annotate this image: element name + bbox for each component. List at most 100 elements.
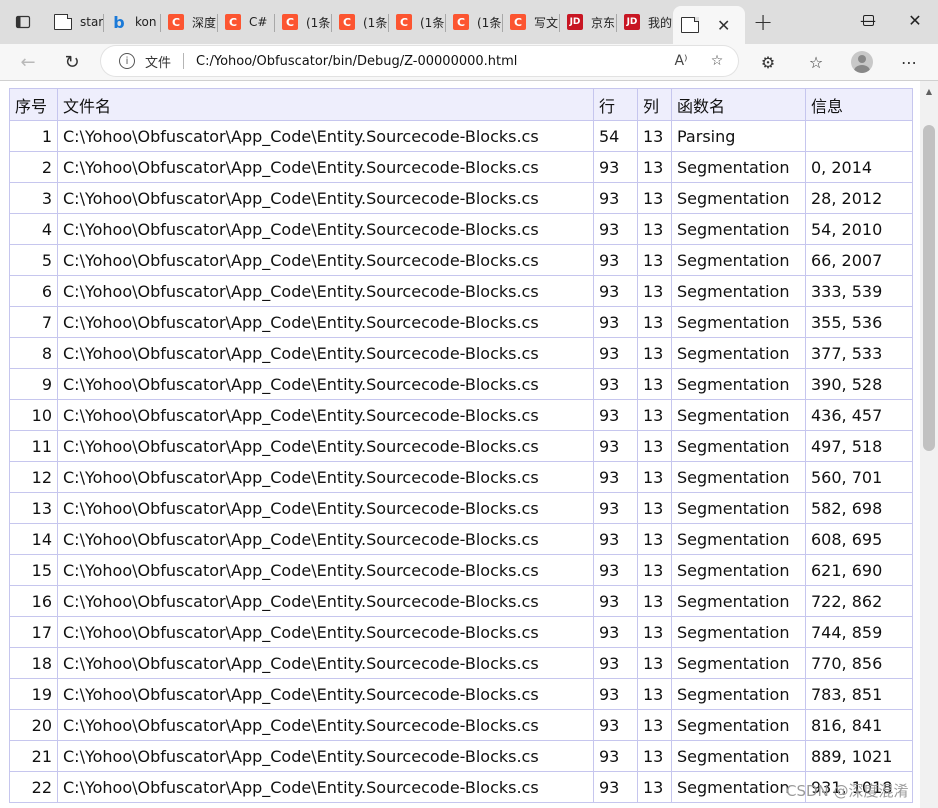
cell-function: Segmentation	[671, 399, 806, 431]
cell-index: 13	[9, 492, 58, 524]
new-tab-button[interactable]: +	[745, 0, 781, 44]
cell-filename: C:\Yohoo\Obfuscator\App_Code\Entity.Sour…	[57, 492, 594, 524]
browser-toolbar: ← ↻ i 文件 C:/Yohoo/Obfuscator/bin/Debug/Z…	[0, 44, 938, 80]
cell-function: Segmentation	[671, 616, 806, 648]
profile-button[interactable]	[847, 48, 877, 76]
cell-function: Segmentation	[671, 306, 806, 338]
cell-function: Segmentation	[671, 585, 806, 617]
extensions-button[interactable]: ⚙	[753, 48, 783, 76]
scroll-up-icon[interactable]: ▲	[920, 83, 938, 99]
tab-8[interactable]: C 写文	[502, 0, 559, 44]
cell-filename: C:\Yohoo\Obfuscator\App_Code\Entity.Sour…	[57, 368, 594, 400]
cell-info: 744, 859	[805, 616, 913, 648]
vertical-scrollbar[interactable]: ▲	[920, 81, 938, 808]
bing-icon: b	[113, 12, 125, 32]
maximize-button[interactable]	[845, 0, 891, 40]
scrollbar-thumb[interactable]	[923, 125, 935, 451]
table-row: 7 C:\Yohoo\Obfuscator\App_Code\Entity.Sou…	[9, 306, 913, 338]
tab-5[interactable]: C (1条	[331, 0, 388, 44]
table-row: 15 C:\Yohoo\Obfuscator\App_Code\Entity.So…	[9, 554, 913, 586]
watermark: CSDN @深度混淆	[786, 782, 909, 800]
cell-function: Segmentation	[671, 275, 806, 307]
table-row: 16 C:\Yohoo\Obfuscator\App_Code\Entity.So…	[9, 585, 913, 617]
cell-line: 93	[593, 368, 638, 400]
read-aloud-button[interactable]: A⁾	[667, 46, 695, 76]
cell-info: 770, 856	[805, 647, 913, 679]
page-content: 序号 文件名 行 列 函数名 信息 1 C:\Yohoo\Obfuscator\A…	[0, 81, 920, 808]
cell-info: 333, 539	[805, 275, 913, 307]
cell-column: 13	[637, 647, 672, 679]
cell-column: 13	[637, 399, 672, 431]
cell-function: Segmentation	[671, 244, 806, 276]
cell-index: 11	[9, 430, 58, 462]
table-row: 8 C:\Yohoo\Obfuscator\App_Code\Entity.Sou…	[9, 337, 913, 369]
header-info: 信息	[805, 88, 913, 121]
address-bar[interactable]: i 文件 C:/Yohoo/Obfuscator/bin/Debug/Z-000…	[101, 46, 738, 76]
csdn-icon: C	[225, 14, 241, 30]
cell-line: 93	[593, 647, 638, 679]
tab-actions-button[interactable]	[0, 0, 46, 44]
cell-column: 13	[637, 585, 672, 617]
cell-function: Segmentation	[671, 647, 806, 679]
cell-info: 722, 862	[805, 585, 913, 617]
table-row: 11 C:\Yohoo\Obfuscator\App_Code\Entity.So…	[9, 430, 913, 462]
cell-filename: C:\Yohoo\Obfuscator\App_Code\Entity.Sour…	[57, 120, 594, 152]
cell-column: 13	[637, 740, 672, 772]
cell-filename: C:\Yohoo\Obfuscator\App_Code\Entity.Sour…	[57, 275, 594, 307]
cell-line: 93	[593, 151, 638, 183]
cell-filename: C:\Yohoo\Obfuscator\App_Code\Entity.Sour…	[57, 244, 594, 276]
tab-active[interactable]: ✕	[673, 6, 745, 44]
results-table: 序号 文件名 行 列 函数名 信息 1 C:\Yohoo\Obfuscator\A…	[9, 88, 913, 803]
cell-index: 22	[9, 771, 58, 803]
tab-1[interactable]: b kon	[103, 0, 160, 44]
cell-filename: C:\Yohoo\Obfuscator\App_Code\Entity.Sour…	[57, 771, 594, 803]
tab-4[interactable]: C (1条	[274, 0, 331, 44]
cell-info: 889, 1021	[805, 740, 913, 772]
cell-function: Segmentation	[671, 430, 806, 462]
table-row: 2 C:\Yohoo\Obfuscator\App_Code\Entity.Sou…	[9, 151, 913, 183]
avatar	[851, 51, 873, 73]
tab-10[interactable]: JD 我的	[616, 0, 673, 44]
tab-0[interactable]: star	[46, 0, 103, 44]
more-icon: ⋯	[901, 52, 917, 72]
csdn-icon: C	[453, 14, 469, 30]
cell-filename: C:\Yohoo\Obfuscator\App_Code\Entity.Sour…	[57, 616, 594, 648]
tab-9[interactable]: JD 京东	[559, 0, 616, 44]
cell-line: 93	[593, 213, 638, 245]
cell-index: 19	[9, 678, 58, 710]
tab-2[interactable]: C 深度	[160, 0, 217, 44]
cell-filename: C:\Yohoo\Obfuscator\App_Code\Entity.Sour…	[57, 709, 594, 741]
cell-line: 93	[593, 244, 638, 276]
tab-7[interactable]: C (1条	[445, 0, 502, 44]
cell-column: 13	[637, 554, 672, 586]
cell-index: 15	[9, 554, 58, 586]
url-text[interactable]: C:/Yohoo/Obfuscator/bin/Debug/Z-00000000…	[196, 54, 517, 69]
favorites-button[interactable]: ☆	[801, 48, 831, 76]
add-favorite-button[interactable]: ☆	[703, 46, 731, 76]
cell-index: 9	[9, 368, 58, 400]
cell-line: 93	[593, 678, 638, 710]
refresh-button[interactable]: ↻	[58, 48, 86, 76]
info-icon[interactable]: i	[119, 53, 135, 69]
cell-function: Parsing	[671, 120, 806, 152]
cell-index: 17	[9, 616, 58, 648]
tab-3[interactable]: C C#	[217, 0, 274, 44]
read-aloud-icon: A⁾	[674, 53, 688, 69]
cell-filename: C:\Yohoo\Obfuscator\App_Code\Entity.Sour…	[57, 678, 594, 710]
back-button[interactable]: ←	[14, 48, 42, 76]
table-row: 10 C:\Yohoo\Obfuscator\App_Code\Entity.So…	[9, 399, 913, 431]
cell-line: 93	[593, 182, 638, 214]
tab-label: (1条	[306, 15, 331, 30]
cell-index: 5	[9, 244, 58, 276]
tab-label: 京东	[591, 15, 616, 30]
table-row: 20 C:\Yohoo\Obfuscator\App_Code\Entity.So…	[9, 709, 913, 741]
cell-column: 13	[637, 213, 672, 245]
tab-6[interactable]: C (1条	[388, 0, 445, 44]
close-tab-icon[interactable]: ✕	[717, 16, 730, 35]
csdn-icon: C	[396, 14, 412, 30]
table-header-row: 序号 文件名 行 列 函数名 信息	[9, 88, 913, 121]
close-window-button[interactable]: ✕	[892, 0, 938, 40]
add-favorite-icon: ☆	[710, 53, 724, 69]
cell-info: 608, 695	[805, 523, 913, 555]
settings-menu-button[interactable]: ⋯	[894, 48, 924, 76]
